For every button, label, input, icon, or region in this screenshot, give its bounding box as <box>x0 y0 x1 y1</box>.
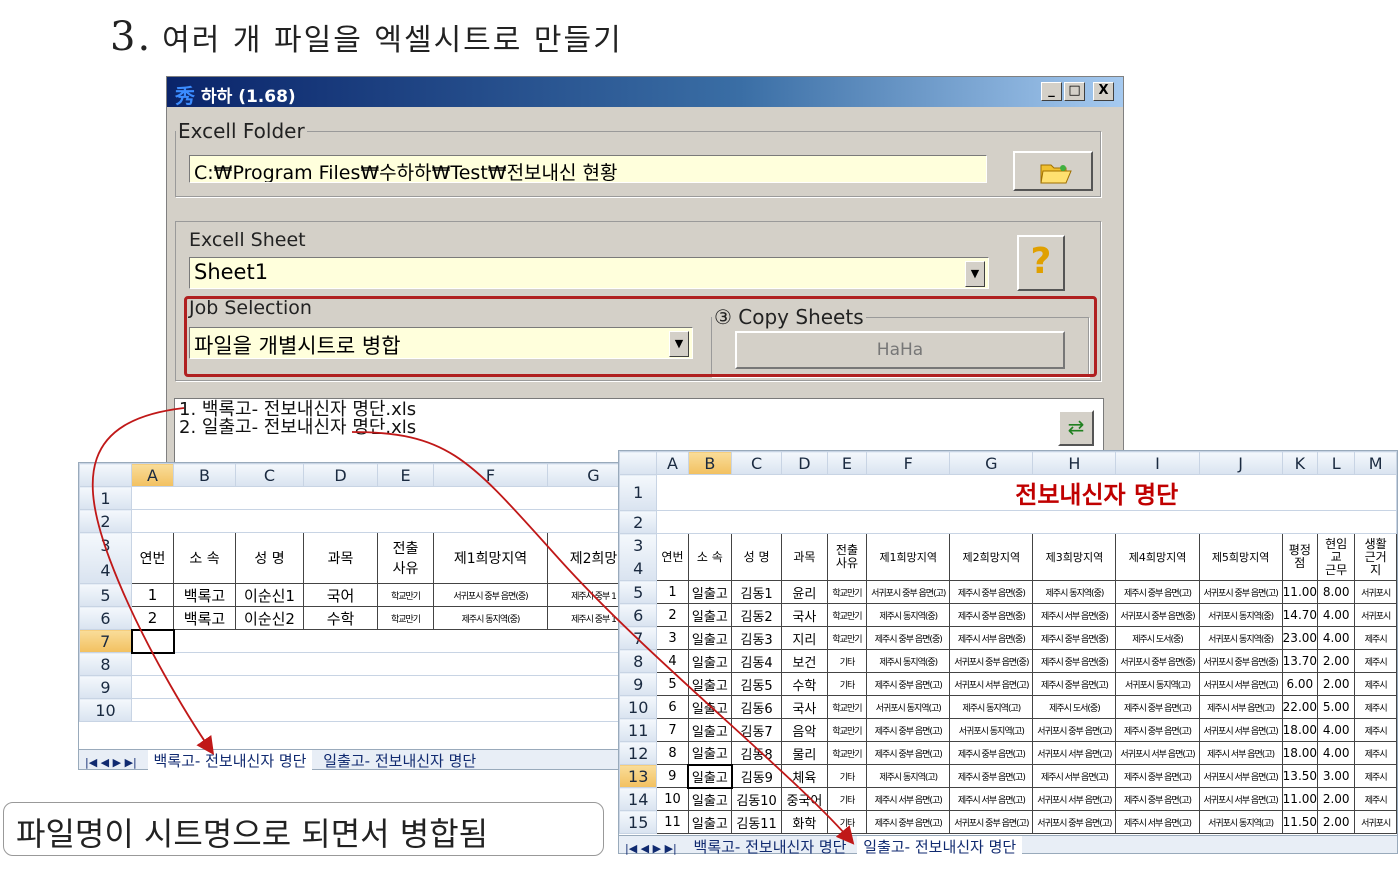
arrow-file1-to-tab <box>91 407 215 755</box>
caption-box: 파일명이 시트명으로 되면서 병합됨 <box>3 802 604 856</box>
annotation-arrows <box>91 407 855 845</box>
arrow-file2-to-tab <box>351 431 855 845</box>
